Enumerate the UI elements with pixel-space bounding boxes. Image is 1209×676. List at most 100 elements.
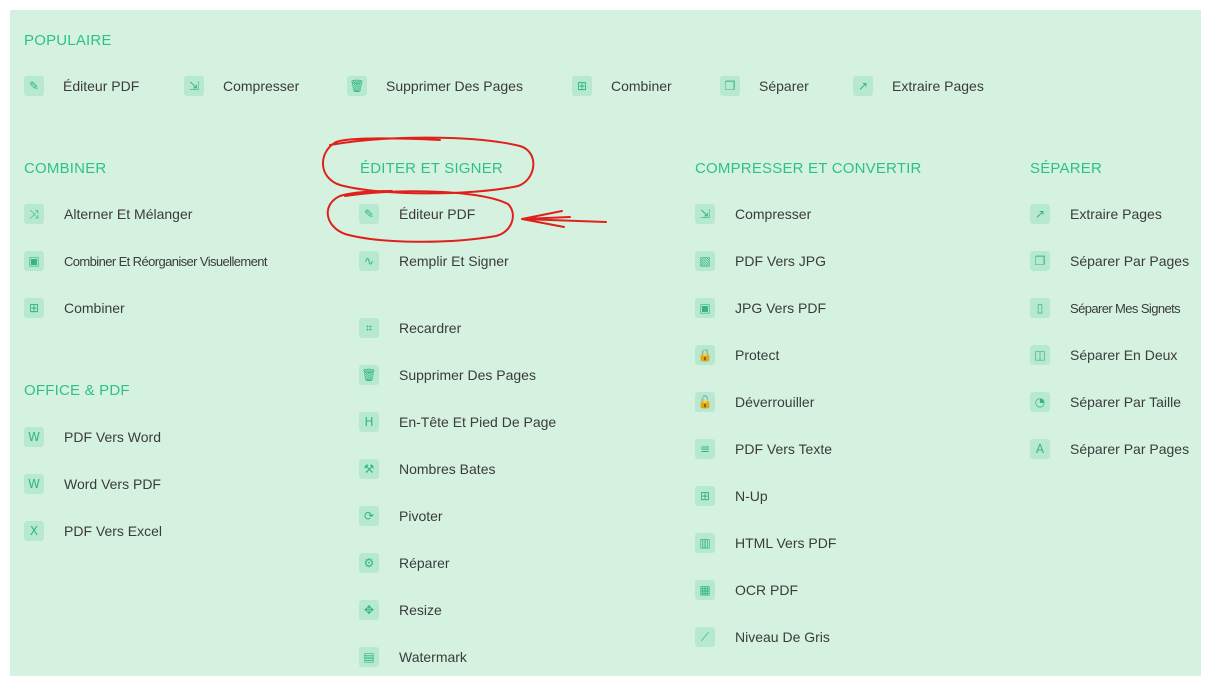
office-item-label: PDF Vers Word [64,429,161,445]
file-icon: ▤ [359,647,379,667]
image-file-icon: ▧ [695,251,715,271]
combine-item-alternate-mix[interactable]: ⤨ Alterner Et Mélanger [24,203,192,225]
compress-item-n-up[interactable]: ⊞ N-Up [695,485,768,507]
edit-item-header-footer[interactable]: H En-Tête Et Pied De Page [359,411,556,433]
compress-item-label: JPG Vers PDF [735,300,827,316]
text-icon: ≡ [695,439,715,459]
move-icon: ✥ [359,600,379,620]
pencil-icon: ✎ [359,204,379,224]
compress-item-unlock[interactable]: 🔓 Déverrouiller [695,391,814,413]
compress-item-label: OCR PDF [735,582,798,598]
popular-item-compress[interactable]: ⇲ Compresser [184,75,299,97]
edit-item-label: Resize [399,602,442,618]
crop-icon: ⌗ [359,318,379,338]
split-item-label: Extraire Pages [1070,206,1162,222]
popular-item-label: Compresser [223,78,300,94]
office-item-word-to-pdf[interactable]: W Word Vers PDF [24,473,161,495]
grid-icon: ⊞ [695,486,715,506]
edit-item-label: Pivoter [399,508,443,524]
edit-item-label: Réparer [399,555,450,571]
trash-icon: 🗑 [347,76,367,96]
office-item-label: PDF Vers Excel [64,523,163,539]
trash-icon: 🗑 [359,365,379,385]
office-item-pdf-to-word[interactable]: W PDF Vers Word [24,426,161,448]
compress-item-protect[interactable]: 🔒 Protect [695,344,779,366]
word-file-icon: W [24,427,44,447]
copy-icon: ❐ [1030,251,1050,271]
letter-a-icon: A [1030,439,1050,459]
compress-item-label: Déverrouiller [735,394,815,410]
popular-item-label: Extraire Pages [892,78,984,94]
columns-icon: ◫ [1030,345,1050,365]
popular-item-pdf-editor[interactable]: ✎ Éditeur PDF [24,75,139,97]
popular-item-combine[interactable]: ⊞ Combiner [572,75,672,97]
copy-icon: ❐ [720,76,740,96]
compress-item-html-to-pdf[interactable]: ▥ HTML Vers PDF [695,532,836,554]
compress-item-pdf-to-text[interactable]: ≡ PDF Vers Texte [695,438,832,460]
compress-item-ocr-pdf[interactable]: ▦ OCR PDF [695,579,798,601]
image-icon: ▣ [695,298,715,318]
popular-item-delete-pages[interactable]: 🗑 Supprimer Des Pages [347,75,523,97]
sitemap-icon: ⊞ [572,76,592,96]
split-item-by-pages[interactable]: ❐ Séparer Par Pages [1030,250,1189,272]
compress-item-compress[interactable]: ⇲ Compresser [695,203,811,225]
shuffle-icon: ⤨ [24,204,44,224]
compress-icon: ⇲ [695,204,715,224]
compress-item-label: PDF Vers Texte [735,441,833,457]
compress-item-label: Niveau De Gris [735,629,830,645]
edit-item-label: En-Tête Et Pied De Page [399,414,557,430]
combine-item-label: Combiner Et Réorganiser Visuellement [64,253,267,269]
split-item-label: Séparer Par Taille [1070,394,1182,410]
compress-item-pdf-to-jpg[interactable]: ▧ PDF Vers JPG [695,250,826,272]
office-item-label: Word Vers PDF [64,476,161,492]
edit-item-label: Nombres Bates [399,461,496,477]
split-item-label: Séparer Par Pages [1070,441,1190,457]
split-item-in-half[interactable]: ◫ Séparer En Deux [1030,344,1177,366]
popular-item-label: Séparer [759,78,809,94]
heading-office: OFFICE & PDF [24,382,130,399]
heading-combine: COMBINER [24,160,107,177]
edit-item-crop[interactable]: ⌗ Recardrer [359,317,461,339]
compress-item-jpg-to-pdf[interactable]: ▣ JPG Vers PDF [695,297,826,319]
popular-item-label: Combiner [611,78,672,94]
combine-item-visual-reorder[interactable]: ▣ Combiner Et Réorganiser Visuellement [24,250,267,272]
tools-menu-panel [10,10,1201,676]
edit-item-label: Recardrer [399,320,462,336]
edit-item-watermark[interactable]: ▤ Watermark [359,646,467,668]
image-icon: ▣ [24,251,44,271]
edit-item-rotate[interactable]: ⟳ Pivoter [359,505,443,527]
compress-item-grayscale[interactable]: ⟋ Niveau De Gris [695,626,830,648]
popular-item-split[interactable]: ❐ Séparer [720,75,809,97]
pencil-icon: ✎ [24,76,44,96]
edit-item-repair[interactable]: ⚙ Réparer [359,552,450,574]
edit-item-pdf-editor[interactable]: ✎ Éditeur PDF [359,203,475,225]
popular-item-extract-pages[interactable]: ↗ Extraire Pages [853,75,984,97]
popular-item-label: Éditeur PDF [63,78,140,94]
combine-item-label: Combiner [64,300,125,316]
unlock-icon: 🔓 [695,392,715,412]
edit-item-label: Remplir Et Signer [399,253,509,269]
combine-item-combine[interactable]: ⊞ Combiner [24,297,125,319]
compress-item-label: Protect [735,347,780,363]
wrench-icon: ⚙ [359,553,379,573]
bookmark-icon: ▯ [1030,298,1050,318]
external-icon: ↗ [1030,204,1050,224]
split-item-label: Séparer Par Pages [1070,253,1190,269]
edit-item-resize[interactable]: ✥ Resize [359,599,442,621]
heading-popular: POPULAIRE [24,32,112,49]
code-file-icon: ▥ [695,533,715,553]
edit-item-fill-sign[interactable]: ∿ Remplir Et Signer [359,250,509,272]
split-item-by-pages-alt[interactable]: A Séparer Par Pages [1030,438,1189,460]
brush-icon: ⟋ [695,627,715,647]
split-item-extract-pages[interactable]: ↗ Extraire Pages [1030,203,1162,225]
edit-item-bates-numbers[interactable]: ⚒ Nombres Bates [359,458,495,480]
split-item-bookmarks[interactable]: ▯ Séparer Mes Signets [1030,297,1181,319]
split-item-by-size[interactable]: ◔ Séparer Par Taille [1030,391,1181,413]
compress-icon: ⇲ [184,76,204,96]
office-item-pdf-to-excel[interactable]: X PDF Vers Excel [24,520,162,542]
edit-item-label: Éditeur PDF [399,206,476,222]
heading-compress-convert: COMPRESSER ET CONVERTIR [695,160,922,177]
heading-split: SÉPARER [1030,160,1102,177]
sitemap-icon: ⊞ [24,298,44,318]
edit-item-delete-pages[interactable]: 🗑 Supprimer Des Pages [359,364,536,386]
